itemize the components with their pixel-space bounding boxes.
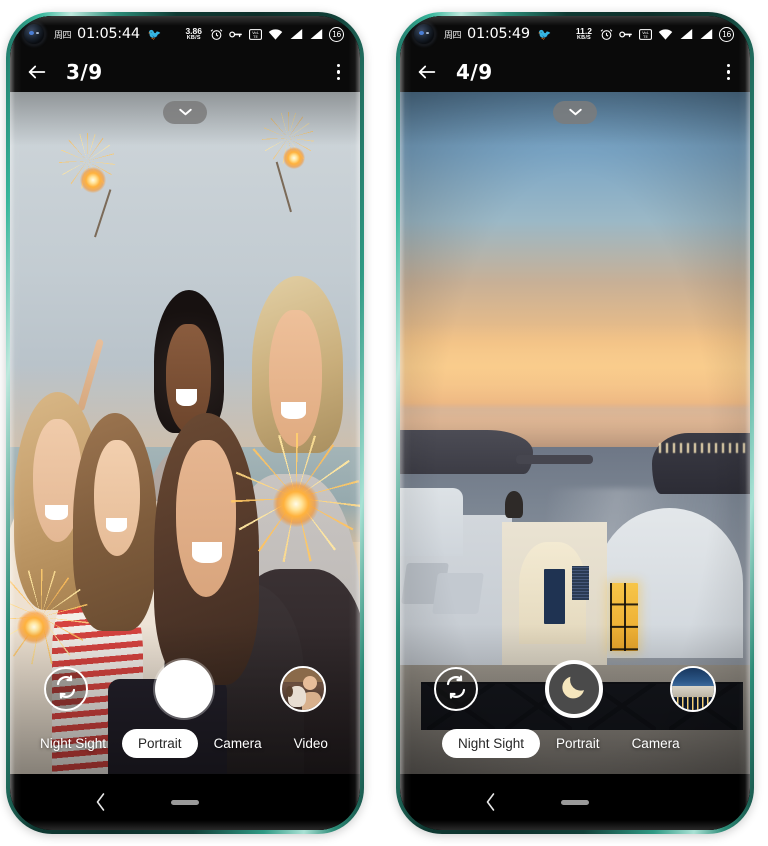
- chevron-down-icon: [568, 104, 583, 122]
- vpn-key-icon: [229, 29, 243, 40]
- status-clock: 01:05:49: [467, 26, 530, 42]
- nav-back-icon[interactable]: [94, 792, 107, 812]
- vpn-key-icon: [619, 29, 633, 40]
- phone-right: 周四 01:05:49 🐦 11.2 KB/S VoL TE 16 4/9 Ni…: [396, 12, 754, 834]
- network-speed-unit: KB/S: [576, 34, 591, 41]
- mode-camera[interactable]: Camera: [198, 729, 278, 758]
- moon-icon: [559, 672, 589, 707]
- mode-night-sight[interactable]: Night Sight: [24, 729, 122, 758]
- signal-bars-icon-2: [309, 28, 323, 40]
- status-emoji-icon: 🐦: [147, 28, 162, 41]
- svg-text:TE: TE: [642, 34, 648, 39]
- nav-home-indicator[interactable]: [561, 799, 589, 805]
- status-day: 周四: [54, 29, 72, 40]
- phone-left: 周四 01:05:44 🐦 3.86 KB/S VoL TE 16 3/9 Ni…: [6, 12, 364, 834]
- status-bar-left: 周四 01:05:44 🐦 3.86 KB/S VoL TE 16: [10, 16, 360, 52]
- system-nav-bar-right: [400, 774, 750, 830]
- system-nav-bar-left: [10, 774, 360, 830]
- mode-night-sight[interactable]: Night Sight: [442, 729, 541, 758]
- camera-flip-icon: [444, 674, 468, 704]
- network-speed-unit: KB/S: [186, 34, 201, 41]
- mode-video[interactable]: Video: [278, 729, 344, 758]
- status-bar-right: 周四 01:05:49 🐦 11.2 KB/S VoL TE 16: [400, 16, 750, 52]
- battery-indicator: 16: [329, 26, 344, 42]
- nav-back-icon[interactable]: [484, 792, 497, 812]
- signal-bars-icon-1: [289, 28, 303, 40]
- volte-icon: VoL TE: [639, 28, 652, 41]
- page-counter: 3/9: [66, 60, 103, 84]
- mode-selector-left[interactable]: Night Sight Portrait Camera Video: [10, 729, 360, 758]
- overflow-menu-icon[interactable]: [333, 60, 344, 85]
- expand-controls-button-left[interactable]: [163, 101, 207, 124]
- app-bar-right: 4/9: [400, 52, 750, 92]
- battery-indicator: 16: [719, 26, 734, 42]
- wifi-icon: [658, 28, 673, 40]
- gallery-thumbnail-button[interactable]: [280, 666, 326, 712]
- network-speed: 11.2 KB/S: [576, 27, 592, 41]
- svg-text:TE: TE: [252, 34, 258, 39]
- signal-bars-icon-2: [699, 28, 713, 40]
- page-counter: 4/9: [456, 60, 493, 84]
- camera-viewfinder-right[interactable]: Night Sight Portrait Camera: [400, 92, 750, 774]
- gallery-thumbnail-button[interactable]: [670, 666, 716, 712]
- camera-viewfinder-left[interactable]: Night Sight Portrait Camera Video: [10, 92, 360, 774]
- shutter-button[interactable]: [155, 660, 213, 718]
- camera-controls-left: [10, 660, 360, 718]
- camera-flip-button[interactable]: [44, 667, 88, 711]
- chevron-down-icon: [178, 104, 193, 122]
- camera-controls-right: [400, 660, 750, 718]
- mode-portrait[interactable]: Portrait: [122, 729, 198, 758]
- status-emoji-icon: 🐦: [537, 28, 552, 41]
- camera-flip-icon: [54, 674, 78, 704]
- wifi-icon: [268, 28, 283, 40]
- app-bar-left: 3/9: [10, 52, 360, 92]
- mode-portrait[interactable]: Portrait: [540, 729, 616, 758]
- mode-selector-right[interactable]: Night Sight Portrait Camera: [400, 729, 750, 758]
- network-speed: 3.86 KB/S: [185, 27, 202, 41]
- camera-flip-button[interactable]: [434, 667, 478, 711]
- volte-icon: VoL TE: [249, 28, 262, 41]
- front-camera-punch-hole: [414, 24, 434, 44]
- status-clock: 01:05:44: [77, 26, 140, 42]
- alarm-icon: [600, 28, 613, 41]
- overflow-menu-icon[interactable]: [723, 60, 734, 85]
- front-camera-punch-hole: [24, 24, 44, 44]
- alarm-icon: [210, 28, 223, 41]
- back-arrow-icon[interactable]: [22, 57, 52, 87]
- comparison-screenshot: 周四 01:05:44 🐦 3.86 KB/S VoL TE 16 3/9 Ni…: [0, 0, 768, 846]
- signal-bars-icon-1: [679, 28, 693, 40]
- nav-home-indicator[interactable]: [171, 799, 199, 805]
- mode-camera[interactable]: Camera: [616, 729, 696, 758]
- status-day: 周四: [444, 29, 462, 40]
- shutter-button[interactable]: [545, 660, 603, 718]
- back-arrow-icon[interactable]: [412, 57, 442, 87]
- expand-controls-button-right[interactable]: [553, 101, 597, 124]
